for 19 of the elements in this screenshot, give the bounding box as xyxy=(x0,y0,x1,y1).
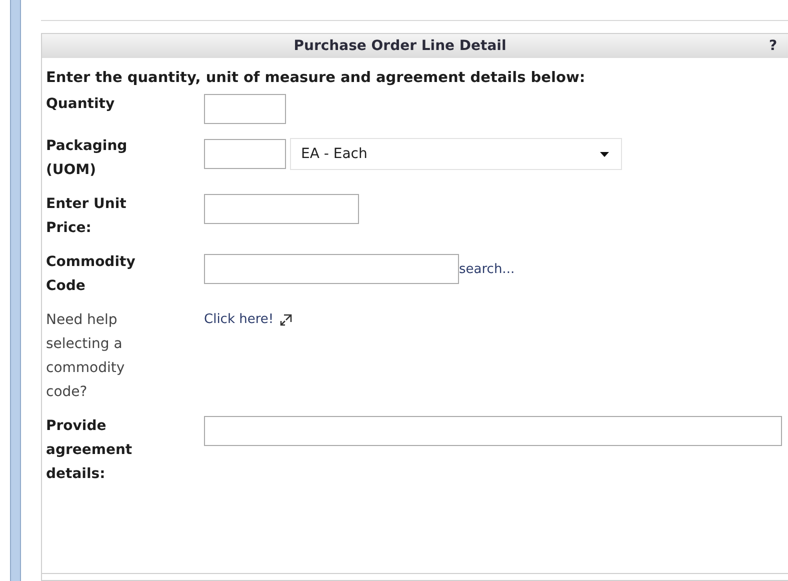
uom-dropdown[interactable]: EA - Each xyxy=(290,138,622,170)
popup-icon xyxy=(280,314,292,326)
caret-icon xyxy=(600,152,609,156)
field-label: Quantity xyxy=(46,95,116,114)
help-link[interactable]: Click here! xyxy=(204,312,292,327)
field-label: Provide agreement details: xyxy=(46,417,134,484)
field-label: Packaging (UOM) xyxy=(46,137,128,180)
search-link[interactable]: search... xyxy=(459,262,515,276)
help-button[interactable]: ? xyxy=(758,38,788,54)
field-label: Enter Unit Price: xyxy=(46,195,128,238)
field-label: Need help selecting a commodity code? xyxy=(46,311,126,402)
input-field[interactable] xyxy=(204,416,782,446)
input-field[interactable] xyxy=(204,254,459,284)
panel-title: Purchase Order Line Detail xyxy=(292,38,508,54)
field-label: Commodity Code xyxy=(46,253,136,296)
input-field[interactable] xyxy=(204,94,286,124)
instruction-text: Enter the quantity, unit of measure and agreement details below: xyxy=(46,70,586,86)
input-field[interactable] xyxy=(204,194,359,224)
input-field[interactable] xyxy=(204,139,286,169)
